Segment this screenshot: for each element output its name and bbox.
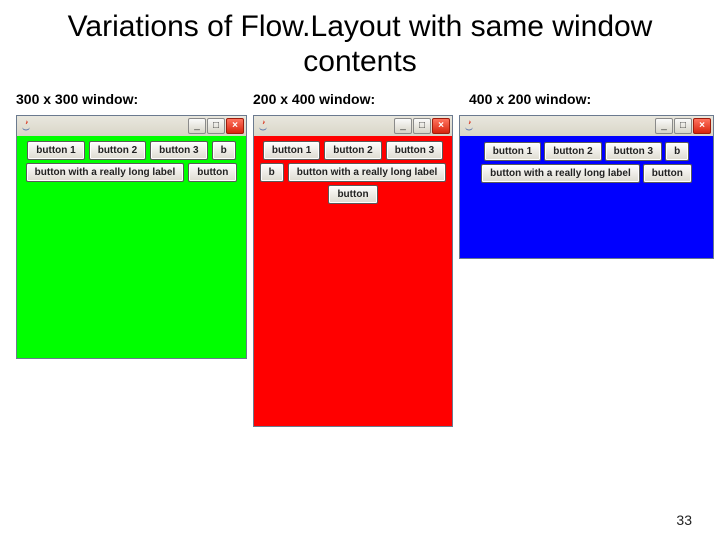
close-button[interactable]: × (693, 118, 711, 134)
button-1[interactable]: button 1 (484, 142, 541, 161)
maximize-button[interactable]: □ (674, 118, 692, 134)
button-1[interactable]: button 1 (27, 141, 84, 160)
minimize-button[interactable]: _ (394, 118, 412, 134)
button-3[interactable]: button 3 (150, 141, 207, 160)
content-pane-red: button 1 button 2 button 3 b button with… (254, 136, 452, 426)
titlebar-buttons: _ □ × (655, 118, 711, 134)
slide-title: Variations of Flow.Layout with same wind… (20, 10, 700, 79)
button-3[interactable]: button 3 (605, 142, 662, 161)
button-b[interactable]: b (665, 142, 689, 161)
minimize-button[interactable]: _ (655, 118, 673, 134)
label-200x400: 200 x 400 window: (253, 91, 453, 107)
titlebar: _ □ × (254, 116, 452, 136)
java-window-300x300: _ □ × button 1 button 2 button 3 b butto… (16, 115, 247, 359)
windows-row: 300 x 300 window: _ □ × button 1 button … (0, 87, 720, 427)
java-cup-icon (462, 119, 476, 133)
titlebar-buttons: _ □ × (188, 118, 244, 134)
content-pane-green: button 1 button 2 button 3 b button with… (17, 136, 246, 358)
button-plain[interactable]: button (188, 163, 237, 182)
java-window-400x200: _ □ × button 1 button 2 button 3 b butto… (459, 115, 714, 259)
titlebar-left (19, 119, 184, 133)
button-2[interactable]: button 2 (89, 141, 146, 160)
column-300x300: 300 x 300 window: _ □ × button 1 button … (16, 87, 247, 359)
button-plain[interactable]: button (643, 164, 692, 183)
minimize-button[interactable]: _ (188, 118, 206, 134)
maximize-button[interactable]: □ (413, 118, 431, 134)
button-2[interactable]: button 2 (324, 141, 381, 160)
button-3[interactable]: button 3 (386, 141, 443, 160)
titlebar-left (256, 119, 390, 133)
column-200x400: 200 x 400 window: _ □ × button 1 button … (253, 87, 453, 427)
java-window-200x400: _ □ × button 1 button 2 button 3 b butto… (253, 115, 453, 427)
label-400x200: 400 x 200 window: (469, 91, 714, 107)
button-1[interactable]: button 1 (263, 141, 320, 160)
titlebar: _ □ × (17, 116, 246, 136)
button-2[interactable]: button 2 (544, 142, 601, 161)
close-button[interactable]: × (432, 118, 450, 134)
page-number: 33 (676, 512, 692, 528)
titlebar: _ □ × (460, 116, 713, 136)
button-b[interactable]: b (260, 163, 284, 182)
java-cup-icon (19, 119, 33, 133)
close-button[interactable]: × (226, 118, 244, 134)
content-pane-blue: button 1 button 2 button 3 b button with… (460, 136, 713, 258)
label-300x300: 300 x 300 window: (16, 91, 247, 107)
button-long-label[interactable]: button with a really long label (481, 164, 640, 183)
java-cup-icon (256, 119, 270, 133)
button-long-label[interactable]: button with a really long label (26, 163, 185, 182)
column-400x200: 400 x 200 window: _ □ × button 1 button … (459, 87, 714, 259)
maximize-button[interactable]: □ (207, 118, 225, 134)
titlebar-left (462, 119, 651, 133)
titlebar-buttons: _ □ × (394, 118, 450, 134)
button-long-label[interactable]: button with a really long label (288, 163, 447, 182)
button-b[interactable]: b (212, 141, 236, 160)
button-plain[interactable]: button (328, 185, 377, 204)
